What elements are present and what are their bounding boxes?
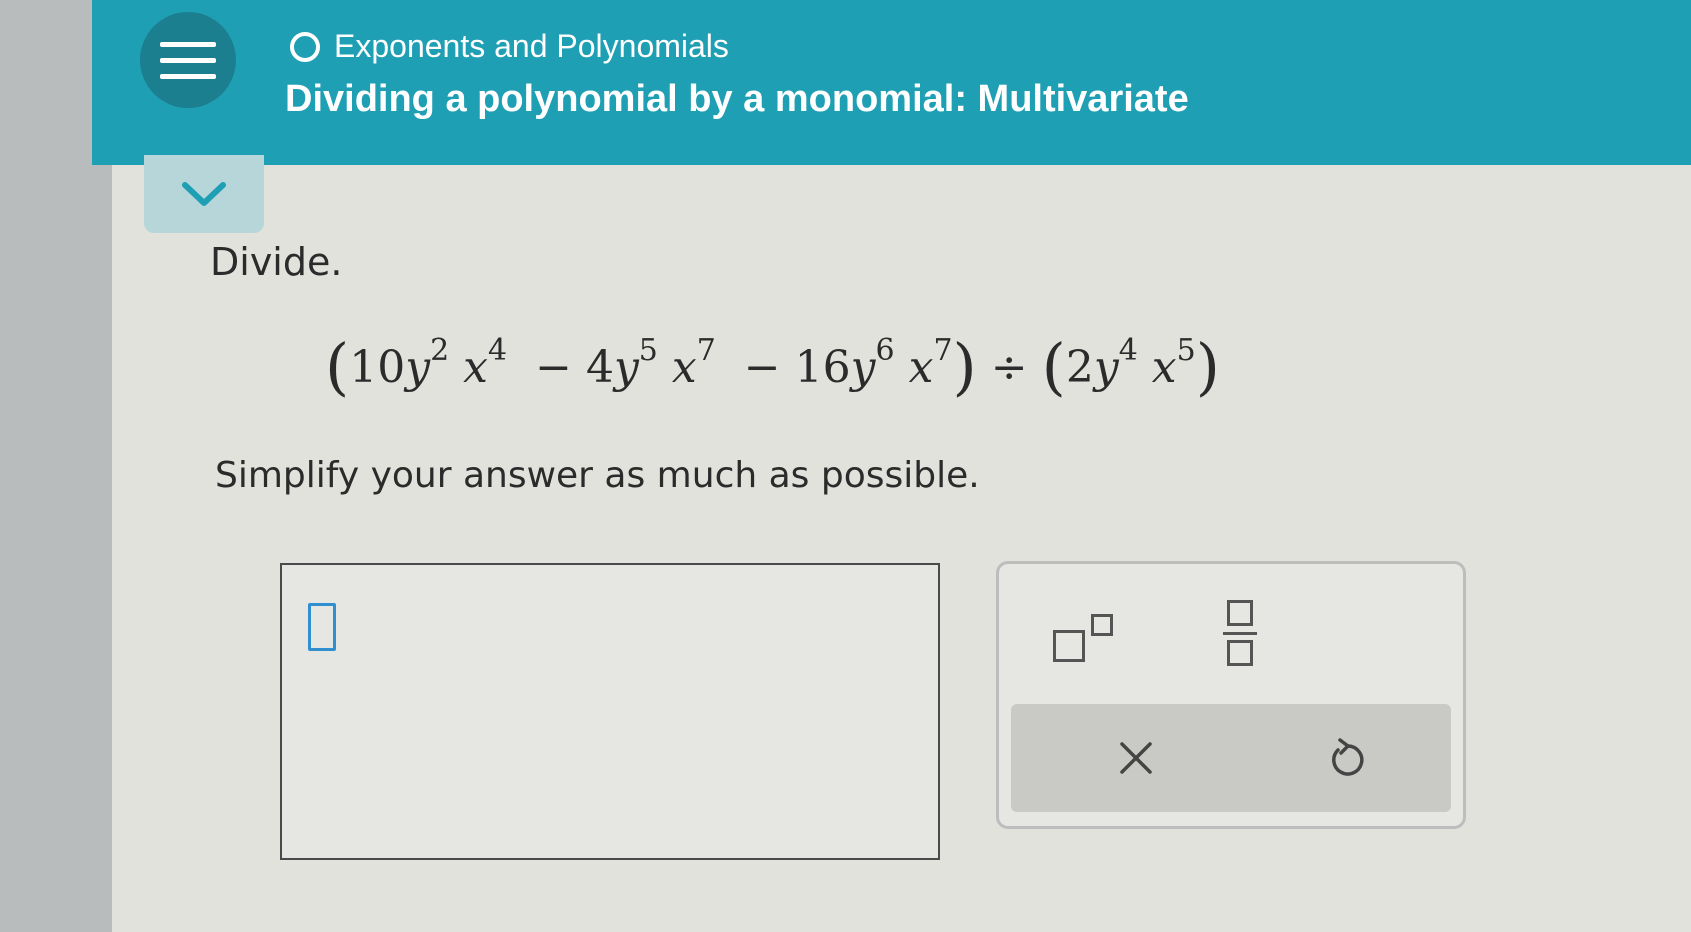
divide-sign: ÷ [990, 342, 1028, 393]
collapse-button[interactable] [144, 155, 264, 233]
chevron-down-icon [182, 182, 226, 206]
term-var: x [671, 342, 697, 393]
progress-circle-icon [290, 31, 320, 62]
term-coef: 16 [794, 342, 851, 393]
close-paren: ) [952, 330, 977, 403]
term-exp: 4 [487, 333, 508, 368]
divisor-coef: 2 [1065, 342, 1094, 393]
close-paren: ) [1195, 330, 1220, 403]
exponent-power-icon [1091, 614, 1113, 636]
open-paren: ( [1041, 330, 1066, 403]
math-tool-panel [996, 561, 1466, 829]
fraction-numerator-icon [1227, 600, 1253, 626]
hamburger-icon [160, 41, 216, 47]
answer-input[interactable] [280, 563, 940, 860]
term-var: y [850, 342, 876, 393]
term-exp: 6 [875, 333, 895, 368]
term-sign: − [743, 342, 781, 393]
tool-actions-bar [1011, 704, 1451, 812]
fraction-button[interactable] [1221, 596, 1261, 676]
term-var: y [405, 342, 431, 393]
divisor-exp: 4 [1118, 333, 1138, 368]
clear-button[interactable] [1101, 726, 1171, 790]
hamburger-icon [160, 57, 216, 63]
instruction-text: Divide. [210, 240, 343, 284]
simplify-instruction: Simplify your answer as much as possible… [215, 455, 980, 496]
term-exp: 7 [696, 333, 716, 368]
fraction-bar-icon [1223, 632, 1257, 635]
exponent-button[interactable] [1053, 604, 1133, 674]
hamburger-icon [160, 73, 216, 79]
term-exp: 7 [933, 333, 953, 368]
menu-button[interactable] [140, 12, 236, 108]
exponent-base-icon [1053, 630, 1085, 662]
term-var: y [613, 342, 639, 393]
term-sign: − [535, 342, 572, 393]
term-coef: 4 [585, 342, 614, 393]
math-expression: (10y2 x4 − 4y5 x7 − 16y6 x7) ÷ (2y4 x5) [325, 330, 1220, 403]
fraction-denominator-icon [1227, 640, 1253, 666]
divisor-var: y [1093, 342, 1119, 393]
input-placeholder-box[interactable] [308, 603, 336, 651]
topic-row: Exponents and Polynomials [290, 28, 729, 65]
term-exp: 2 [430, 333, 450, 368]
undo-icon [1332, 738, 1364, 776]
undo-button[interactable] [1311, 726, 1381, 790]
divisor-var: x [1151, 342, 1177, 393]
term-var: x [463, 342, 488, 393]
term-coef: 10 [349, 342, 406, 393]
close-icon [1120, 742, 1152, 774]
topic-label: Exponents and Polynomials [334, 28, 729, 64]
term-var: x [908, 342, 934, 393]
divisor-exp: 5 [1176, 333, 1196, 368]
open-paren: ( [325, 330, 350, 403]
page-title: Dividing a polynomial by a monomial: Mul… [285, 78, 1189, 120]
term-exp: 5 [638, 333, 658, 368]
